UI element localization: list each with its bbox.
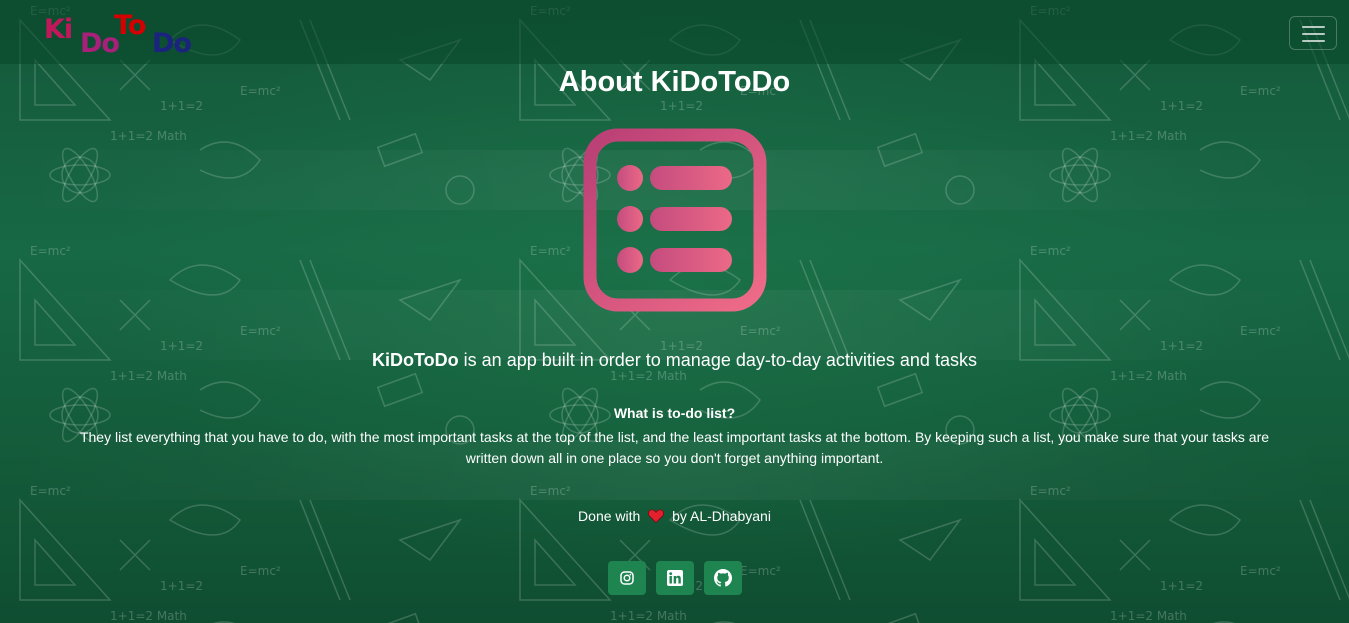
linkedin-icon [666, 570, 683, 586]
credit-prefix: Done with [578, 508, 641, 524]
tagline-text: is an app built in order to manage day-t… [458, 350, 977, 370]
instagram-icon [619, 571, 634, 585]
credit-line: Done with by AL-Dhabyani [0, 506, 1349, 526]
app-tagline: KiDoToDo is an app built in order to man… [0, 350, 1349, 371]
instagram-button[interactable] [607, 561, 646, 595]
page-title: About KiDoToDo [558, 66, 791, 98]
list-icon [583, 128, 767, 312]
github-icon [713, 569, 732, 587]
brand-part-to: To [114, 10, 146, 41]
social-links [0, 561, 1349, 595]
navbar: Ki Do To Do [0, 0, 1349, 64]
brand-logo[interactable]: Ki Do To Do [44, 10, 204, 60]
credit-suffix: by AL-Dhabyani [672, 508, 771, 524]
heart-icon [648, 509, 665, 523]
faq-question: What is to-do list? [613, 405, 736, 421]
github-button[interactable] [703, 561, 742, 595]
brand-part-ki: Ki [44, 14, 73, 45]
navbar-toggler-button[interactable] [1289, 16, 1337, 50]
brand-part-do-2: Do [152, 28, 192, 59]
linkedin-button[interactable] [655, 561, 694, 595]
faq-answer: They list everything that you have to do… [79, 429, 1270, 466]
tagline-brand: KiDoToDo [372, 350, 459, 370]
